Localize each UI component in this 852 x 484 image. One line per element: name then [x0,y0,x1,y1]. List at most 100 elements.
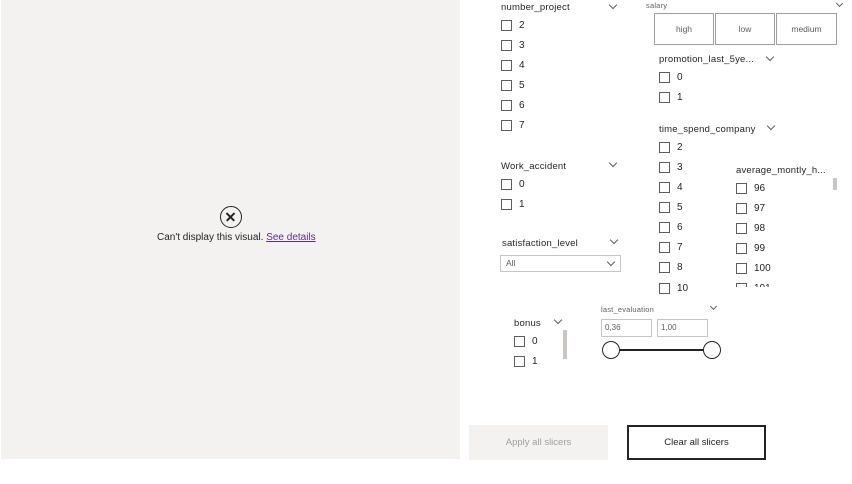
slicer-item-time-spend-5[interactable]: 5 [659,200,683,214]
slicer-title-average-monthly-hours: average_montly_h... [736,165,826,176]
item-label: 99 [754,242,766,254]
checkbox[interactable] [736,222,747,234]
slicer-item-avg-96[interactable]: 96 [736,181,765,195]
error-message-text: Can't display this visual. [157,232,264,243]
slicer-item-work-accident-1[interactable]: 1 [501,197,525,211]
slicer-item-avg-101[interactable]: 101 [736,281,771,287]
apply-all-slicers-button[interactable]: Apply all slicers [469,425,608,460]
slicer-item-avg-97[interactable]: 97 [736,201,765,215]
slicer-item-promotion-0[interactable]: 0 [659,70,683,84]
see-details-link[interactable]: See details [266,232,315,243]
slicer-item-avg-100[interactable]: 100 [736,261,771,275]
slicer-item-number-project-3[interactable]: 3 [501,38,525,52]
checkbox[interactable] [659,282,670,294]
chevron-down-icon[interactable] [553,315,563,325]
item-label: 1 [519,198,525,210]
scrollbar-thumb[interactable] [563,330,567,359]
item-label: 2 [519,19,525,31]
checkbox[interactable] [659,261,670,273]
slicer-item-number-project-4[interactable]: 4 [501,58,525,72]
checkbox[interactable] [501,79,512,91]
chevron-down-icon[interactable] [766,121,776,131]
checkbox[interactable] [501,119,512,131]
checkbox[interactable] [736,202,747,214]
checkbox[interactable] [659,201,670,213]
salary-tile-medium[interactable]: medium [776,13,837,45]
checkbox[interactable] [501,198,512,210]
item-label: 5 [519,79,525,91]
slicer-item-number-project-2[interactable]: 2 [501,18,525,32]
checkbox[interactable] [501,39,512,51]
slicer-item-time-spend-8[interactable]: 8 [659,260,683,274]
checkbox[interactable] [659,141,670,153]
slicer-item-promotion-1[interactable]: 1 [659,90,683,104]
salary-tile-high[interactable]: high [654,13,714,45]
checkbox[interactable] [736,182,747,194]
item-label: 7 [519,119,525,131]
slicer-title-work-accident: Work_accident [501,161,567,172]
chevron-down-icon[interactable] [608,0,618,10]
range-slider-min-handle[interactable] [602,341,620,359]
item-label: 0 [519,178,525,190]
slicer-item-avg-99[interactable]: 99 [736,241,765,255]
scrollbar-thumb[interactable] [833,178,837,190]
range-slider-track[interactable] [610,349,712,351]
checkbox[interactable] [501,178,512,190]
checkbox[interactable] [659,161,670,173]
satisfaction-dropdown[interactable]: All [500,255,621,272]
checkbox[interactable] [736,282,747,287]
slicer-item-number-project-6[interactable]: 6 [501,98,525,112]
item-label: 0 [677,71,683,83]
slicer-item-bonus-0[interactable]: 0 [514,334,538,348]
slicer-item-time-spend-2[interactable]: 2 [659,140,683,154]
chevron-down-icon[interactable] [609,235,619,245]
item-label: 0 [532,335,538,347]
chevron-down-icon[interactable] [835,0,844,8]
slicer-item-time-spend-10[interactable]: 10 [659,281,688,295]
visual-error-message: Can't display this visual. See details [157,232,316,243]
slicer-item-time-spend-4[interactable]: 4 [659,180,683,194]
checkbox[interactable] [501,99,512,111]
item-label: 101 [754,283,771,288]
item-label: 100 [754,262,771,274]
slicer-item-time-spend-3[interactable]: 3 [659,160,683,174]
last-evaluation-min-input[interactable]: 0,36 [601,319,652,337]
visual-container: Can't display this visual. See details [1,0,460,459]
checkbox[interactable] [736,242,747,254]
checkbox[interactable] [501,19,512,31]
item-label: 6 [519,99,525,111]
chevron-down-icon[interactable] [709,302,718,311]
chevron-down-icon[interactable] [608,158,618,168]
item-label: 4 [519,59,525,71]
clear-all-slicers-button[interactable]: Clear all slicers [627,425,766,460]
item-label: 3 [519,39,525,51]
slicer-item-work-accident-0[interactable]: 0 [501,177,525,191]
slicer-item-avg-98[interactable]: 98 [736,221,765,235]
checkbox[interactable] [514,335,525,347]
checkbox[interactable] [659,91,670,103]
chevron-down-icon [606,257,616,267]
salary-tile-low[interactable]: low [715,13,775,45]
last-evaluation-max-input[interactable]: 1,00 [657,319,708,337]
chevron-down-icon[interactable] [765,52,775,62]
slicer-item-number-project-7[interactable]: 7 [501,118,525,132]
checkbox[interactable] [659,181,670,193]
average-monthly-list: 96 97 98 99 100 101 [736,179,826,287]
error-x-circle-icon [220,206,242,228]
item-label: 96 [754,182,766,194]
checkbox[interactable] [659,241,670,253]
checkbox[interactable] [659,71,670,83]
item-label: 2 [677,141,683,153]
checkbox[interactable] [501,59,512,71]
checkbox[interactable] [514,355,525,367]
slicer-title-number-project: number_project [501,2,570,13]
item-label: 8 [677,261,683,273]
slicer-item-time-spend-7[interactable]: 7 [659,240,683,254]
checkbox[interactable] [659,221,670,233]
range-slider-max-handle[interactable] [703,341,721,359]
slicer-item-time-spend-6[interactable]: 6 [659,220,683,234]
slicer-item-number-project-5[interactable]: 5 [501,78,525,92]
item-label: 98 [754,222,766,234]
slicer-item-bonus-1[interactable]: 1 [514,354,538,368]
checkbox[interactable] [736,262,747,274]
